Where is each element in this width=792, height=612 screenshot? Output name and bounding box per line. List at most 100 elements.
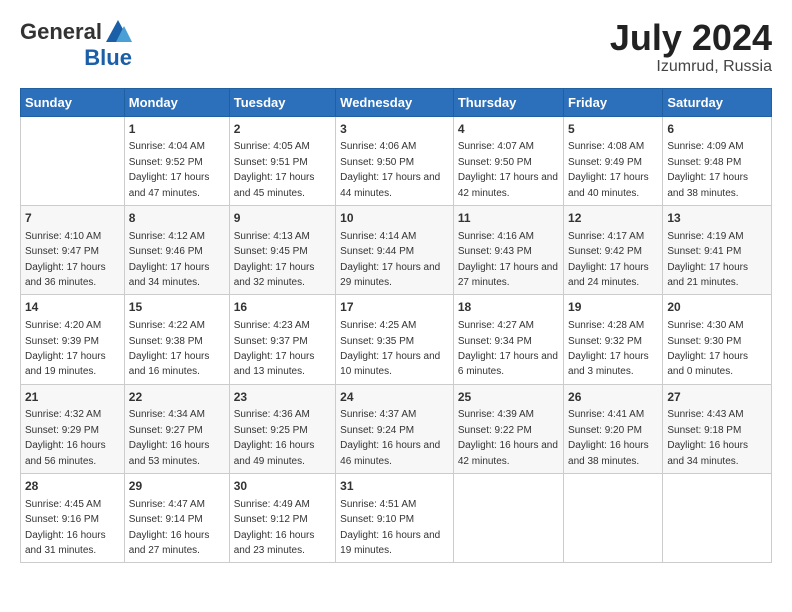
calendar-cell (663, 474, 772, 563)
col-saturday: Saturday (663, 88, 772, 116)
calendar-cell: 21 Sunrise: 4:32 AMSunset: 9:29 PMDayligh… (21, 384, 125, 473)
day-number: 29 (129, 478, 225, 495)
calendar-title: July 2024 (610, 18, 772, 58)
calendar-cell: 9Sunrise: 4:13 AMSunset: 9:45 PMDaylight… (229, 205, 335, 294)
calendar-cell: 15 Sunrise: 4:22 AMSunset: 9:38 PMDayligh… (124, 295, 229, 384)
day-number: 30 (234, 478, 331, 495)
logo: General Blue (20, 18, 132, 70)
day-info: Sunrise: 4:19 AMSunset: 9:41 PMDaylight:… (667, 231, 748, 288)
day-number: 5 (568, 121, 658, 138)
calendar-cell: 7 Sunrise: 4:10 AMSunset: 9:47 PMDaylight… (21, 205, 125, 294)
logo-general-text: General (20, 20, 102, 44)
col-wednesday: Wednesday (336, 88, 454, 116)
day-number: 3 (340, 121, 449, 138)
page: General Blue July 2024 Izumrud, Russia S… (0, 0, 792, 573)
day-number: 6 (667, 121, 767, 138)
day-info: Sunrise: 4:09 AMSunset: 9:48 PMDaylight:… (667, 141, 748, 198)
day-info: Sunrise: 4:23 AMSunset: 9:37 PMDaylight:… (234, 320, 315, 377)
day-info: Sunrise: 4:20 AMSunset: 9:39 PMDaylight:… (25, 320, 106, 377)
day-number: 7 (25, 210, 120, 227)
calendar-cell: 3 Sunrise: 4:06 AMSunset: 9:50 PMDaylight… (336, 116, 454, 205)
day-info: Sunrise: 4:27 AMSunset: 9:34 PMDaylight:… (458, 320, 558, 377)
calendar-cell: 2 Sunrise: 4:05 AMSunset: 9:51 PMDaylight… (229, 116, 335, 205)
logo-blue-text: Blue (84, 46, 132, 70)
calendar-cell: 18Sunrise: 4:27 AMSunset: 9:34 PMDayligh… (453, 295, 563, 384)
day-info: Sunrise: 4:49 AMSunset: 9:12 PMDaylight:… (234, 499, 315, 556)
calendar-cell: 17 Sunrise: 4:25 AMSunset: 9:35 PMDayligh… (336, 295, 454, 384)
calendar-cell: 24 Sunrise: 4:37 AMSunset: 9:24 PMDayligh… (336, 384, 454, 473)
col-tuesday: Tuesday (229, 88, 335, 116)
day-number: 11 (458, 210, 559, 227)
day-number: 20 (667, 299, 767, 316)
calendar-cell: 25 Sunrise: 4:39 AMSunset: 9:22 PMDayligh… (453, 384, 563, 473)
day-info: Sunrise: 4:16 AMSunset: 9:43 PMDaylight:… (458, 231, 558, 288)
day-info: Sunrise: 4:28 AMSunset: 9:32 PMDaylight:… (568, 320, 649, 377)
calendar-cell: 4 Sunrise: 4:07 AMSunset: 9:50 PMDaylight… (453, 116, 563, 205)
calendar-cell (21, 116, 125, 205)
calendar-week-1: 1Sunrise: 4:04 AMSunset: 9:52 PMDaylight… (21, 116, 772, 205)
calendar-cell: 27 Sunrise: 4:43 AMSunset: 9:18 PMDayligh… (663, 384, 772, 473)
day-number: 13 (667, 210, 767, 227)
day-info: Sunrise: 4:41 AMSunset: 9:20 PMDaylight:… (568, 409, 649, 466)
col-sunday: Sunday (21, 88, 125, 116)
calendar-cell: 29 Sunrise: 4:47 AMSunset: 9:14 PMDayligh… (124, 474, 229, 563)
day-info: Sunrise: 4:07 AMSunset: 9:50 PMDaylight:… (458, 141, 558, 198)
day-number: 26 (568, 389, 658, 406)
day-info: Sunrise: 4:22 AMSunset: 9:38 PMDaylight:… (129, 320, 210, 377)
col-thursday: Thursday (453, 88, 563, 116)
day-info: Sunrise: 4:17 AMSunset: 9:42 PMDaylight:… (568, 231, 649, 288)
day-info: Sunrise: 4:45 AMSunset: 9:16 PMDaylight:… (25, 499, 106, 556)
day-number: 19 (568, 299, 658, 316)
calendar-cell (453, 474, 563, 563)
day-number: 15 (129, 299, 225, 316)
day-info: Sunrise: 4:04 AMSunset: 9:52 PMDaylight:… (129, 141, 210, 198)
day-number: 21 (25, 389, 120, 406)
title-block: July 2024 Izumrud, Russia (610, 18, 772, 76)
calendar-cell: 16 Sunrise: 4:23 AMSunset: 9:37 PMDayligh… (229, 295, 335, 384)
calendar-cell: 19 Sunrise: 4:28 AMSunset: 9:32 PMDayligh… (564, 295, 663, 384)
day-info: Sunrise: 4:10 AMSunset: 9:47 PMDaylight:… (25, 231, 106, 288)
day-number: 2 (234, 121, 331, 138)
day-info: Sunrise: 4:06 AMSunset: 9:50 PMDaylight:… (340, 141, 440, 198)
day-info: Sunrise: 4:08 AMSunset: 9:49 PMDaylight:… (568, 141, 649, 198)
day-info: Sunrise: 4:25 AMSunset: 9:35 PMDaylight:… (340, 320, 440, 377)
day-info: Sunrise: 4:12 AMSunset: 9:46 PMDaylight:… (129, 231, 210, 288)
day-number: 4 (458, 121, 559, 138)
day-number: 17 (340, 299, 449, 316)
day-info: Sunrise: 4:34 AMSunset: 9:27 PMDaylight:… (129, 409, 210, 466)
day-number: 9 (234, 210, 331, 227)
calendar-cell: 30 Sunrise: 4:49 AMSunset: 9:12 PMDayligh… (229, 474, 335, 563)
calendar-table: Sunday Monday Tuesday Wednesday Thursday… (20, 88, 772, 564)
day-number: 24 (340, 389, 449, 406)
day-number: 25 (458, 389, 559, 406)
calendar-cell: 28Sunrise: 4:45 AMSunset: 9:16 PMDayligh… (21, 474, 125, 563)
day-number: 22 (129, 389, 225, 406)
day-number: 23 (234, 389, 331, 406)
day-info: Sunrise: 4:39 AMSunset: 9:22 PMDaylight:… (458, 409, 558, 466)
day-number: 12 (568, 210, 658, 227)
calendar-week-2: 7 Sunrise: 4:10 AMSunset: 9:47 PMDaylight… (21, 205, 772, 294)
day-number: 8 (129, 210, 225, 227)
col-monday: Monday (124, 88, 229, 116)
day-info: Sunrise: 4:14 AMSunset: 9:44 PMDaylight:… (340, 231, 440, 288)
calendar-cell: 13 Sunrise: 4:19 AMSunset: 9:41 PMDayligh… (663, 205, 772, 294)
calendar-cell: 20Sunrise: 4:30 AMSunset: 9:30 PMDayligh… (663, 295, 772, 384)
day-info: Sunrise: 4:05 AMSunset: 9:51 PMDaylight:… (234, 141, 315, 198)
day-number: 10 (340, 210, 449, 227)
calendar-week-4: 21 Sunrise: 4:32 AMSunset: 9:29 PMDayligh… (21, 384, 772, 473)
day-info: Sunrise: 4:37 AMSunset: 9:24 PMDaylight:… (340, 409, 440, 466)
day-info: Sunrise: 4:36 AMSunset: 9:25 PMDaylight:… (234, 409, 315, 466)
logo-icon (104, 18, 132, 46)
calendar-location: Izumrud, Russia (610, 58, 772, 76)
calendar-cell: 12 Sunrise: 4:17 AMSunset: 9:42 PMDayligh… (564, 205, 663, 294)
day-number: 27 (667, 389, 767, 406)
day-info: Sunrise: 4:47 AMSunset: 9:14 PMDaylight:… (129, 499, 210, 556)
calendar-cell: 6 Sunrise: 4:09 AMSunset: 9:48 PMDaylight… (663, 116, 772, 205)
day-info: Sunrise: 4:51 AMSunset: 9:10 PMDaylight:… (340, 499, 440, 556)
calendar-cell: 1Sunrise: 4:04 AMSunset: 9:52 PMDaylight… (124, 116, 229, 205)
calendar-cell: 8 Sunrise: 4:12 AMSunset: 9:46 PMDaylight… (124, 205, 229, 294)
day-info: Sunrise: 4:32 AMSunset: 9:29 PMDaylight:… (25, 409, 106, 466)
day-number: 16 (234, 299, 331, 316)
day-info: Sunrise: 4:43 AMSunset: 9:18 PMDaylight:… (667, 409, 748, 466)
calendar-cell: 23 Sunrise: 4:36 AMSunset: 9:25 PMDayligh… (229, 384, 335, 473)
